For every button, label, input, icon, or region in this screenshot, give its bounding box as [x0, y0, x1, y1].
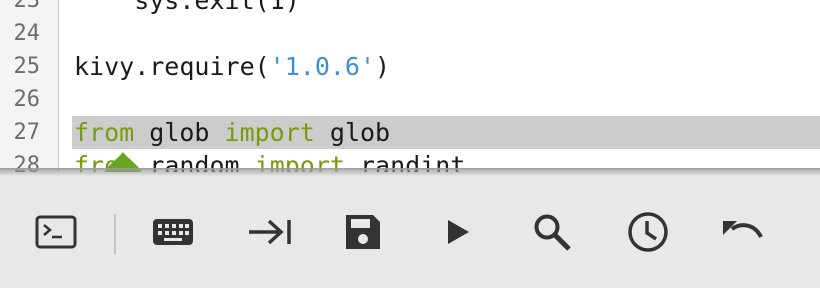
- code-token: ): [375, 52, 391, 81]
- undo-button[interactable]: [716, 206, 768, 258]
- line-number: 23: [13, 0, 41, 13]
- magnifier-icon: [534, 214, 571, 251]
- history-button[interactable]: [622, 206, 674, 258]
- undo-icon: [723, 221, 763, 239]
- terminal-icon: [35, 215, 77, 249]
- tab-indent-button[interactable]: [244, 206, 296, 258]
- keyword-token: import: [224, 118, 315, 147]
- code-token: glob: [134, 118, 225, 147]
- line-number: 26: [13, 87, 41, 112]
- code-text: kivy.require('1.0.6'): [72, 50, 820, 83]
- code-token: sys.exit(1): [74, 0, 300, 15]
- code-token: kivy.require(: [74, 52, 270, 81]
- keyboard-button[interactable]: [147, 206, 199, 258]
- save-button[interactable]: [337, 206, 389, 258]
- code-text: from glob import glob: [72, 116, 820, 149]
- run-button[interactable]: [432, 206, 484, 258]
- string-token: '1.0.6': [269, 52, 376, 81]
- tab-arrow-icon: [249, 219, 291, 245]
- code-line-highlighted[interactable]: 27 from glob import glob: [0, 116, 820, 149]
- code-text: sys.exit(1): [72, 0, 820, 17]
- code-editor[interactable]: 23 sys.exit(1) 24 25 kivy.require('1.0.6')…: [0, 0, 820, 172]
- code-line[interactable]: 24: [0, 17, 820, 50]
- play-icon: [448, 220, 469, 244]
- line-number: 27: [13, 120, 41, 145]
- code-line[interactable]: 25 kivy.require('1.0.6'): [0, 50, 820, 83]
- toolbar-divider: [114, 214, 116, 254]
- editor-shadow: [0, 168, 820, 176]
- keyboard-icon: [153, 219, 193, 245]
- clock-icon: [628, 212, 668, 252]
- line-number: 24: [13, 21, 41, 46]
- floppy-disk-icon: [346, 215, 380, 249]
- line-number: 25: [13, 54, 41, 79]
- code-line[interactable]: 23 sys.exit(1): [0, 0, 820, 17]
- code-line[interactable]: 26: [0, 83, 820, 116]
- terminal-button[interactable]: [30, 206, 82, 258]
- code-token: glob: [314, 118, 391, 147]
- bottom-toolbar: [0, 176, 820, 288]
- search-button[interactable]: [526, 206, 578, 258]
- keyword-token: from: [74, 118, 135, 147]
